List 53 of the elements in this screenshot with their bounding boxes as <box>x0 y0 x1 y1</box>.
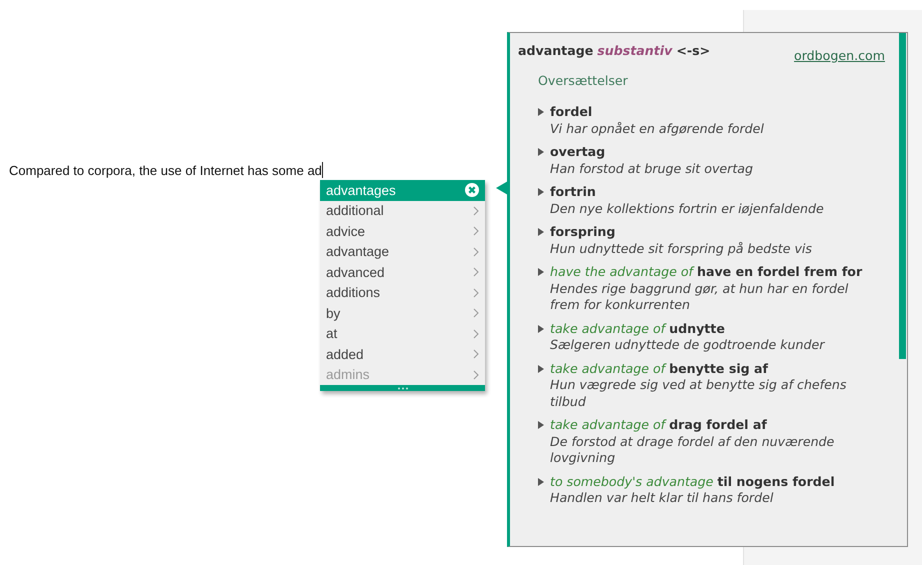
section-heading: Oversættelser <box>537 72 629 90</box>
dots-icon <box>396 386 408 390</box>
example-sentence: Vi har opnået en afgørende fordel <box>550 120 764 137</box>
expand-icon[interactable] <box>538 324 544 332</box>
chevron-icon <box>473 206 479 216</box>
example-sentence: Han forstod at bruge sit overtag <box>550 160 753 177</box>
expand-icon[interactable] <box>538 421 544 429</box>
suggestion-item[interactable]: added <box>320 344 485 364</box>
chevron-icon <box>473 226 479 236</box>
translation: have the advantage of have en fordel frem for <box>550 264 864 280</box>
scrollbar[interactable] <box>899 33 906 359</box>
source-link[interactable]: ordbogen.com <box>794 48 885 63</box>
document-text: Compared to corpora, the use of Internet has some ad <box>9 162 322 178</box>
suggestion-item[interactable]: advanced <box>320 262 485 282</box>
text-cursor <box>322 162 323 178</box>
suggestion-item[interactable]: by <box>320 303 485 324</box>
expand-icon[interactable] <box>538 108 544 116</box>
chevron-icon <box>473 349 479 360</box>
translation: take advantage of benytte sig af <box>550 360 770 377</box>
chevron-icon <box>473 246 479 257</box>
example-sentence: Handlen var helt klar til hans fordel <box>550 490 774 506</box>
translation: fordel <box>550 104 594 120</box>
example-sentence: Hun vægrede sig ved at benytte sig af chefens tilbud <box>550 377 848 410</box>
suggestion-item[interactable]: advice <box>320 221 485 242</box>
translation: take advantage of drag fordel af <box>550 417 768 434</box>
example-sentence: Den nye kollektions fortrin er iøjenfaldende <box>550 200 824 217</box>
chevron-icon <box>473 267 479 278</box>
chevron-icon <box>473 370 479 380</box>
translation: fortrin <box>550 184 597 200</box>
example-sentence: De forstod at drage fordel af den nuværende lovgivning <box>550 434 836 466</box>
headword: advantage substantiv <-s> <box>518 43 710 60</box>
translation: to somebody's advantage til nogens fordel <box>550 474 835 490</box>
expand-icon[interactable] <box>538 364 544 372</box>
example-sentence: Hendes rige baggrund gør, at hun har en fordel frem for konkurrenten <box>550 280 850 314</box>
suggestion-item[interactable]: additional <box>320 200 485 221</box>
example-sentence: Hun udnyttede sit forspring på bedste vis <box>550 240 812 257</box>
suggestion-item[interactable]: advantage <box>320 242 485 262</box>
translation: forspring <box>550 224 616 240</box>
expand-icon[interactable] <box>538 188 544 196</box>
expand-icon[interactable] <box>538 478 544 486</box>
chevron-icon <box>473 288 479 298</box>
resize-grip[interactable] <box>320 385 485 391</box>
expand-icon[interactable] <box>538 228 544 236</box>
expand-icon[interactable] <box>538 148 544 156</box>
close-icon[interactable] <box>465 183 479 198</box>
expand-icon[interactable] <box>538 268 544 276</box>
chevron-icon <box>473 328 479 339</box>
suggestion-item[interactable]: at <box>320 324 485 344</box>
suggestion-item[interactable]: additions <box>320 282 485 303</box>
translation: overtag <box>550 144 606 160</box>
chevron-icon <box>473 308 479 318</box>
example-sentence: Sælgeren udnyttede de godtroende kunder <box>550 337 824 354</box>
translation: take advantage of udnytte <box>550 320 726 337</box>
